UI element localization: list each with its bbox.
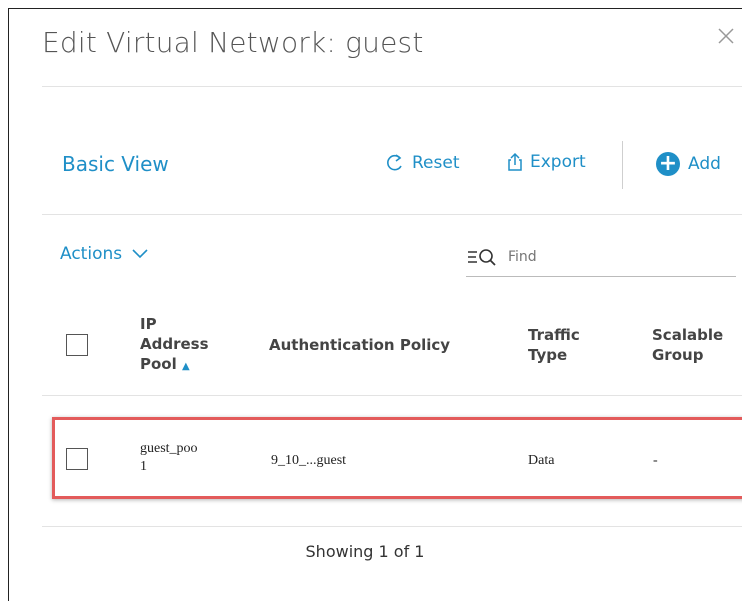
header-line-with-sort: Pool ▲ [140, 354, 209, 377]
header-line: Group [652, 346, 704, 364]
reset-label: Reset [412, 153, 460, 173]
table-bottom-divider [42, 526, 742, 527]
column-header-authentication-policy[interactable]: Authentication Policy [269, 335, 450, 355]
add-icon: + [656, 152, 680, 176]
close-icon [718, 28, 734, 44]
title-divider [42, 86, 742, 87]
chevron-down-icon [132, 249, 148, 259]
toolbar-divider [622, 141, 623, 189]
header-line: Scalable [652, 326, 724, 344]
add-button[interactable]: + Add [656, 152, 721, 176]
pagination-status: Showing 1 of 1 [0, 542, 742, 561]
sort-ascending-icon: ▲ [181, 361, 190, 372]
export-button[interactable]: Export [506, 152, 586, 172]
export-label: Export [530, 152, 586, 172]
reset-button[interactable]: Reset [384, 152, 460, 174]
actions-label: Actions [60, 244, 123, 264]
table-header-divider [42, 395, 742, 396]
header-line: Traffic [528, 326, 580, 344]
column-header-scalable-group[interactable]: Scalable Group [652, 325, 723, 365]
column-header-ip-address-pool[interactable]: IP Address Pool ▲ [140, 314, 209, 377]
find-input[interactable] [506, 248, 710, 266]
find-search-box[interactable] [466, 238, 736, 277]
add-label: Add [688, 154, 721, 174]
select-all-checkbox[interactable] [66, 334, 88, 356]
header-line: Pool [140, 355, 177, 373]
actions-dropdown[interactable]: Actions [60, 244, 148, 264]
row-highlight-box [52, 417, 742, 499]
dialog [8, 8, 742, 601]
header-line: Address [140, 335, 209, 353]
column-header-traffic-type[interactable]: Traffic Type [528, 325, 580, 365]
filter-search-icon [466, 247, 498, 267]
export-icon [508, 152, 522, 171]
pagination-status-text: Showing 1 of 1 [305, 542, 425, 561]
basic-view-toggle[interactable]: Basic View [62, 152, 169, 176]
toolbar-bottom-divider [42, 214, 742, 215]
reset-icon [387, 154, 402, 171]
header-line: IP [140, 315, 157, 333]
header-line: Type [528, 346, 568, 364]
dialog-title: Edit Virtual Network: guest [42, 26, 424, 59]
close-button[interactable] [716, 26, 736, 46]
